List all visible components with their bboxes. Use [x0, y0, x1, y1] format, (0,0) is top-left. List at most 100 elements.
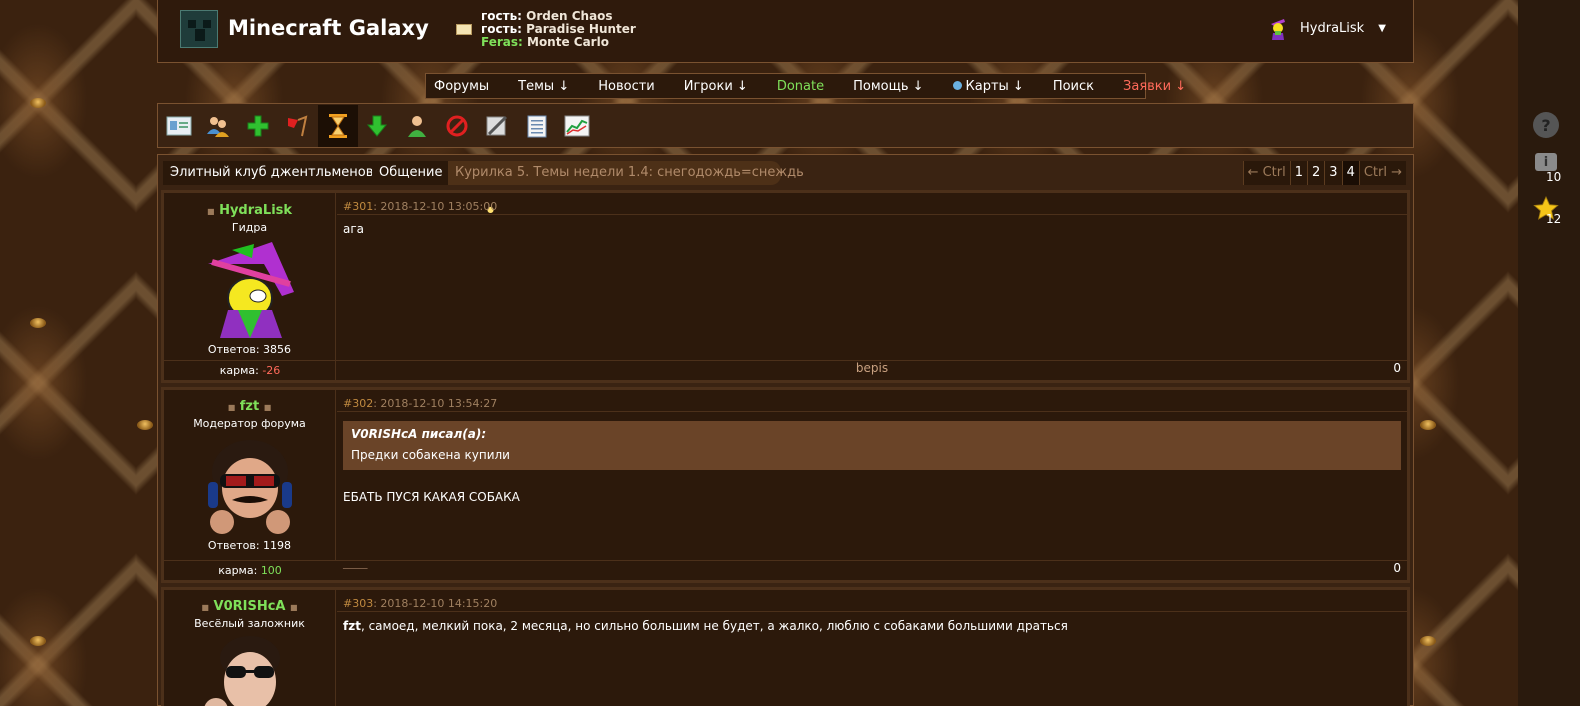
help-icon[interactable]: ? [1533, 112, 1559, 138]
post-number[interactable]: #301 [343, 200, 373, 213]
post-text: ЕБАТЬ ПУСЯ КАКАЯ СОБАКА [343, 490, 520, 504]
breadcrumb: Элитный клуб джентльменов Общение Курилк… [163, 159, 1408, 185]
hourglass-icon[interactable] [318, 105, 358, 147]
mail-icon[interactable] [456, 24, 472, 35]
nav-news[interactable]: Новости [598, 79, 655, 94]
karma: карма: 100 [218, 564, 282, 577]
add-icon[interactable] [238, 105, 278, 147]
status-dot: ■ [263, 403, 272, 412]
avatar[interactable] [202, 636, 298, 706]
download-icon[interactable] [357, 105, 397, 147]
reply-count: Ответов: 3856 [207, 343, 292, 356]
author-name[interactable]: V0RISHcA [214, 599, 286, 614]
karma-value[interactable]: -26 [262, 364, 280, 377]
nav-forums[interactable]: Форумы [434, 79, 489, 94]
notes-icon[interactable] [517, 105, 557, 147]
pagination: ← Ctrl 1 2 3 4 Ctrl → [1242, 161, 1406, 185]
post-rating[interactable]: 0 [1393, 561, 1401, 575]
nav-search[interactable]: Поиск [1053, 79, 1094, 94]
quote-author: V0RISHcA писал(а): [351, 427, 487, 441]
avatar[interactable] [202, 240, 298, 338]
prev-page-link[interactable]: ← Ctrl [1242, 161, 1290, 185]
main-nav: Форумы Темы ↓ Новости Игроки ↓ Donate По… [425, 73, 1186, 99]
nav-topics[interactable]: Темы ↓ [518, 79, 569, 94]
status-dot: ■ [290, 603, 298, 612]
post-text: , самоед, мелкий пока, 2 месяца, но силь… [360, 619, 1068, 633]
post-body: #301: 2018-12-10 13:05:00 ага [337, 193, 1407, 243]
page-link[interactable]: 2 [1307, 161, 1325, 185]
post-date: : 2018-12-10 13:05:00 [373, 200, 498, 213]
next-page-link[interactable]: Ctrl → [1358, 161, 1406, 185]
site-title[interactable]: Minecraft Galaxy [228, 16, 429, 40]
signature: _______ [343, 561, 368, 569]
stud-decoration [30, 636, 46, 646]
post-body: #303: 2018-12-10 14:15:20 fzt, самоед, м… [337, 590, 1407, 640]
user-avatar-icon [1271, 19, 1285, 40]
post-author-panel: ■ V0RISHcA ■ Весёлый заложник [164, 590, 336, 706]
reply-count: Ответов: 1198 [207, 539, 292, 552]
creeper-logo-icon[interactable] [180, 10, 218, 48]
post-meta: #301: 2018-12-10 13:05:00 [337, 193, 1407, 215]
nav-requests[interactable]: Заявки ↓ [1123, 79, 1186, 94]
stud-decoration [30, 98, 46, 108]
signature: bepis [855, 361, 889, 375]
karma-value[interactable]: 100 [261, 564, 282, 577]
edit-icon[interactable] [477, 105, 517, 147]
nav-players[interactable]: Игроки ↓ [684, 79, 748, 94]
info-count: 10 [1546, 170, 1562, 184]
nav-donate[interactable]: Donate [777, 79, 824, 94]
stud-decoration [1420, 420, 1436, 430]
chevron-down-icon[interactable]: ▼ [1378, 23, 1386, 34]
online-user-name[interactable]: Monte Carlo [527, 35, 609, 49]
post-content: fzt, самоед, мелкий пока, 2 месяца, но с… [337, 612, 1407, 640]
online-user-name[interactable]: Paradise Hunter [526, 22, 636, 36]
post-number[interactable]: #302 [343, 397, 373, 410]
stud-decoration [1420, 636, 1436, 646]
page-link[interactable]: 3 [1324, 161, 1342, 185]
nav-help[interactable]: Помощь ↓ [853, 79, 923, 94]
author-name[interactable]: HydraLisk [219, 203, 292, 218]
quote-block: V0RISHcA писал(а): Предки собакена купил… [343, 421, 1401, 470]
users-icon[interactable] [198, 105, 238, 147]
thread-container: Элитный клуб джентльменов Общение Курилк… [157, 154, 1414, 706]
user-icon[interactable] [397, 105, 437, 147]
chart-icon[interactable] [557, 105, 597, 147]
post-date: : 2018-12-10 14:15:20 [373, 597, 498, 610]
user-mention[interactable]: fzt [343, 619, 361, 633]
profile-card-icon[interactable] [159, 105, 199, 147]
flag-icon[interactable] [277, 105, 317, 147]
breadcrumb-item[interactable]: Общение [372, 161, 450, 185]
globe-icon [952, 80, 962, 90]
forum-post: ■ fzt ■ Модератор форума Ответов: 1198 к… [161, 387, 1410, 583]
right-sidebar: ? i 10 12 [1518, 0, 1580, 706]
breadcrumb-item[interactable]: Элитный клуб джентльменов [163, 161, 381, 185]
author-name[interactable]: fzt [240, 399, 259, 414]
info-icon[interactable]: i [1535, 153, 1557, 171]
post-author-panel: ■ fzt ■ Модератор форума Ответов: 1198 [164, 390, 336, 560]
user-menu[interactable]: HydraLisk ▼ [1268, 16, 1386, 40]
post-meta: #302: 2018-12-10 13:54:27 [337, 390, 1407, 412]
post-content: ага [343, 222, 365, 236]
karma: карма: -26 [219, 364, 281, 377]
user-name[interactable]: HydraLisk [1300, 21, 1364, 36]
star-count: 12 [1546, 212, 1562, 226]
online-user-name[interactable]: Orden Chaos [526, 9, 612, 23]
post-date: : 2018-12-10 13:54:27 [373, 397, 498, 410]
author-role: Модератор форума [193, 417, 306, 430]
post-meta: #303: 2018-12-10 14:15:20 [337, 590, 1407, 612]
status-dot: ■ [227, 403, 236, 412]
stud-decoration [30, 318, 46, 328]
avatar[interactable] [202, 436, 298, 534]
author-role: Весёлый заложник [194, 617, 305, 630]
page-link[interactable]: 1 [1289, 161, 1307, 185]
post-author-panel: ■ HydraLisk ● Гидра Ответов: 3856 [164, 193, 494, 380]
toolbar [157, 103, 1414, 148]
post-number[interactable]: #303 [343, 597, 373, 610]
stud-decoration [137, 420, 153, 430]
forum-post: ■ HydraLisk ● Гидра Ответов: 3856 карма:… [161, 190, 1410, 383]
status-dot: ■ [201, 603, 209, 612]
nav-maps[interactable]: Карты ↓ [952, 79, 1024, 94]
ban-icon[interactable] [437, 105, 477, 147]
post-rating[interactable]: 0 [1393, 361, 1401, 375]
site-header: Minecraft Galaxy гость: Orden Chaos гост… [157, 0, 1414, 63]
